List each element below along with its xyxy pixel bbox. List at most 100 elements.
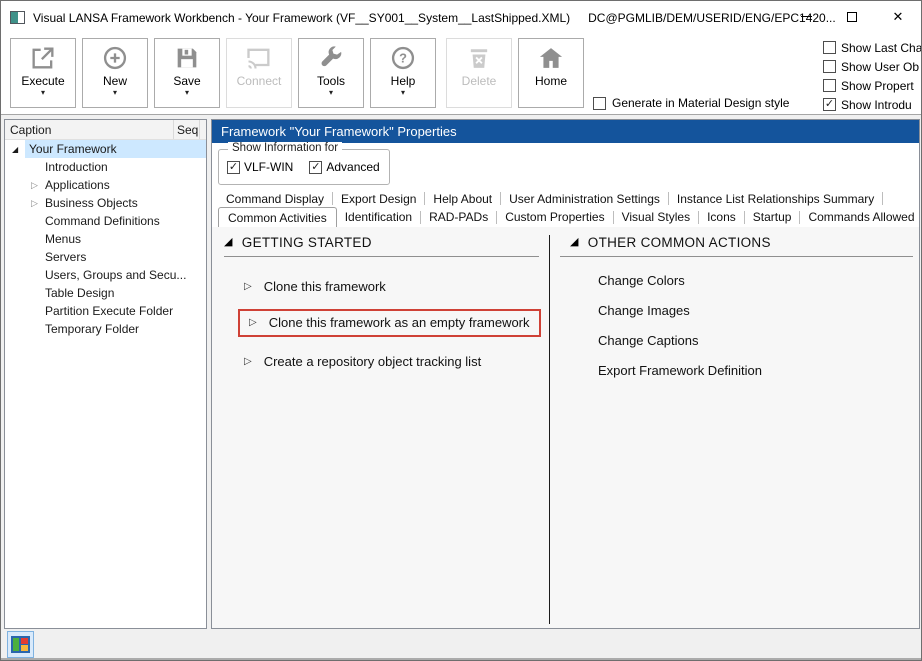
maximize-icon bbox=[847, 11, 857, 22]
tools-icon bbox=[321, 46, 342, 67]
tab-export-design[interactable]: Export Design bbox=[333, 192, 426, 206]
navigation-tree-panel: Caption Seq ◢ Your Framework Introductio… bbox=[4, 119, 207, 629]
tree-item-business-objects[interactable]: ▷ Business Objects bbox=[5, 194, 206, 212]
advanced-checkbox[interactable]: ✓ Advanced bbox=[309, 160, 380, 174]
tab-user-administration-settings[interactable]: User Administration Settings bbox=[501, 192, 669, 206]
grid-green-block bbox=[13, 638, 19, 651]
minimize-icon bbox=[800, 16, 812, 17]
tree-item-menus[interactable]: Menus bbox=[5, 230, 206, 248]
tree-item-temporary-folder[interactable]: Temporary Folder bbox=[5, 320, 206, 338]
tab-icons[interactable]: Icons bbox=[699, 210, 745, 224]
tree-collapsed-icon[interactable]: ▷ bbox=[31, 176, 38, 194]
properties-title-bar: Framework "Your Framework" Properties bbox=[212, 120, 919, 143]
window-controls: ✕ bbox=[783, 1, 921, 32]
tree-item-partition-execute-folder[interactable]: Partition Execute Folder bbox=[5, 302, 206, 320]
checkbox-box: ✓ bbox=[227, 160, 240, 174]
tree-collapsed-icon[interactable]: ▷ bbox=[31, 194, 38, 212]
tree-item-your-framework[interactable]: ◢ Your Framework bbox=[5, 140, 206, 158]
tree-item-label: Applications bbox=[45, 178, 110, 192]
window-bottom-edge bbox=[1, 658, 921, 660]
checkbox-label: VLF-WIN bbox=[244, 160, 294, 174]
toolbar-buttons: Execute ▾ New ▾ Save ▾ Connect Tools ▾ ?… bbox=[10, 38, 584, 108]
svg-text:?: ? bbox=[399, 51, 407, 66]
tree-item-label: Your Framework bbox=[29, 142, 117, 156]
button-label: Connect bbox=[236, 74, 282, 88]
new-button[interactable]: New ▾ bbox=[82, 38, 148, 108]
connect-button[interactable]: Connect bbox=[226, 38, 292, 108]
checkbox-box bbox=[593, 96, 606, 110]
action-arrow-icon: ▷ bbox=[249, 317, 257, 328]
show-property-checkbox[interactable]: Show Propert bbox=[823, 76, 921, 95]
other-common-actions-header[interactable]: ◢ OTHER COMMON ACTIONS bbox=[560, 235, 913, 250]
action-change-captions[interactable]: Change Captions bbox=[598, 333, 913, 348]
connect-icon bbox=[247, 48, 270, 69]
delete-button[interactable]: Delete bbox=[446, 38, 512, 108]
minimize-button[interactable] bbox=[783, 1, 829, 32]
tab-help-about[interactable]: Help About bbox=[425, 192, 502, 206]
help-button[interactable]: ? Help ▾ bbox=[370, 38, 436, 108]
tab-rad-pads[interactable]: RAD-PADs bbox=[421, 210, 498, 224]
seq-column-header[interactable]: Seq bbox=[174, 120, 200, 139]
action-create-tracking-list[interactable]: ▷ Create a repository object tracking li… bbox=[244, 354, 539, 369]
tab-common-activities[interactable]: Common Activities bbox=[218, 207, 337, 227]
section-title: OTHER COMMON ACTIONS bbox=[587, 235, 771, 250]
action-clone-empty-framework[interactable]: ▷ Clone this framework as an empty frame… bbox=[238, 309, 541, 337]
checkbox-box bbox=[823, 60, 836, 73]
generate-material-checkbox[interactable]: Generate in Material Design style bbox=[593, 96, 789, 110]
show-introduction-checkbox[interactable]: ✓ Show Introdu bbox=[823, 95, 921, 114]
checkbox-label: Show Propert bbox=[841, 78, 914, 93]
tab-commands-allowed[interactable]: Commands Allowed bbox=[800, 210, 921, 224]
checkbox-label: Show Last Cha bbox=[841, 40, 922, 55]
tab-custom-properties[interactable]: Custom Properties bbox=[497, 210, 614, 224]
action-label: Create a repository object tracking list bbox=[263, 354, 482, 369]
close-button[interactable]: ✕ bbox=[875, 1, 921, 32]
tab-instance-list-relationships-summary[interactable]: Instance List Relationships Summary bbox=[669, 192, 884, 206]
tree-item-table-design[interactable]: Table Design bbox=[5, 284, 206, 302]
tree-expanded-icon[interactable]: ◢ bbox=[12, 140, 18, 158]
tools-button[interactable]: Tools ▾ bbox=[298, 38, 364, 108]
tree-item-label: Servers bbox=[45, 250, 87, 264]
action-change-colors[interactable]: Change Colors bbox=[598, 273, 913, 288]
button-label: Help bbox=[390, 74, 416, 88]
tab-startup[interactable]: Startup bbox=[745, 210, 801, 224]
highlighted-action-wrapper: ▷ Clone this framework as an empty frame… bbox=[238, 309, 541, 337]
tab-command-display[interactable]: Command Display bbox=[218, 192, 334, 206]
groupbox-legend: Show Information for bbox=[228, 142, 343, 154]
checkbox-label: Show Introdu bbox=[841, 97, 912, 112]
chevron-down-icon: ▾ bbox=[184, 88, 189, 97]
action-change-images[interactable]: Change Images bbox=[598, 303, 913, 318]
groupbox-content: ✓ VLF-WIN ✓ Advanced bbox=[219, 150, 389, 184]
action-export-framework-definition[interactable]: Export Framework Definition bbox=[598, 363, 913, 378]
maximize-button[interactable] bbox=[829, 1, 875, 32]
tree-item-servers[interactable]: Servers bbox=[5, 248, 206, 266]
tree-item-users-groups[interactable]: Users, Groups and Secu... bbox=[5, 266, 206, 284]
show-options-group: Show Last Cha Show User Ob Show Propert … bbox=[823, 38, 922, 114]
tree-item-command-definitions[interactable]: Command Definitions bbox=[5, 212, 206, 230]
execute-button[interactable]: Execute ▾ bbox=[10, 38, 76, 108]
app-window: Visual LANSA Framework Workbench - Your … bbox=[0, 0, 922, 661]
tree-item-label: Introduction bbox=[45, 160, 108, 174]
home-button[interactable]: Home bbox=[518, 38, 584, 108]
show-information-groupbox: Show Information for ✓ VLF-WIN ✓ Advance… bbox=[218, 142, 390, 185]
show-last-checkbox[interactable]: Show Last Cha bbox=[823, 38, 922, 57]
caption-column-header[interactable]: Caption bbox=[5, 120, 174, 139]
properties-panel: Framework "Your Framework" Properties Sh… bbox=[211, 119, 920, 629]
tab-identification[interactable]: Identification bbox=[337, 210, 422, 224]
action-clone-framework[interactable]: ▷ Clone this framework bbox=[244, 279, 539, 294]
tree-item-applications[interactable]: ▷ Applications bbox=[5, 176, 206, 194]
framework-taskbar-button[interactable] bbox=[7, 631, 34, 658]
getting-started-header[interactable]: ◢ GETTING STARTED bbox=[224, 235, 539, 250]
vlf-win-checkbox[interactable]: ✓ VLF-WIN bbox=[227, 160, 293, 174]
show-user-checkbox[interactable]: Show User Ob bbox=[823, 57, 921, 76]
grid-red-block bbox=[21, 638, 28, 644]
tab-visual-styles[interactable]: Visual Styles bbox=[614, 210, 700, 224]
grid-yellow-block bbox=[21, 645, 28, 651]
section-rule bbox=[560, 256, 913, 257]
checkbox-box: ✓ bbox=[823, 98, 836, 111]
tree-item-introduction[interactable]: Introduction bbox=[5, 158, 206, 176]
button-label: Save bbox=[173, 74, 201, 88]
checkbox-label: Advanced bbox=[326, 160, 380, 174]
save-button[interactable]: Save ▾ bbox=[154, 38, 220, 108]
tree-item-label: Users, Groups and Secu... bbox=[45, 268, 187, 282]
tree-item-label: Business Objects bbox=[45, 196, 138, 210]
